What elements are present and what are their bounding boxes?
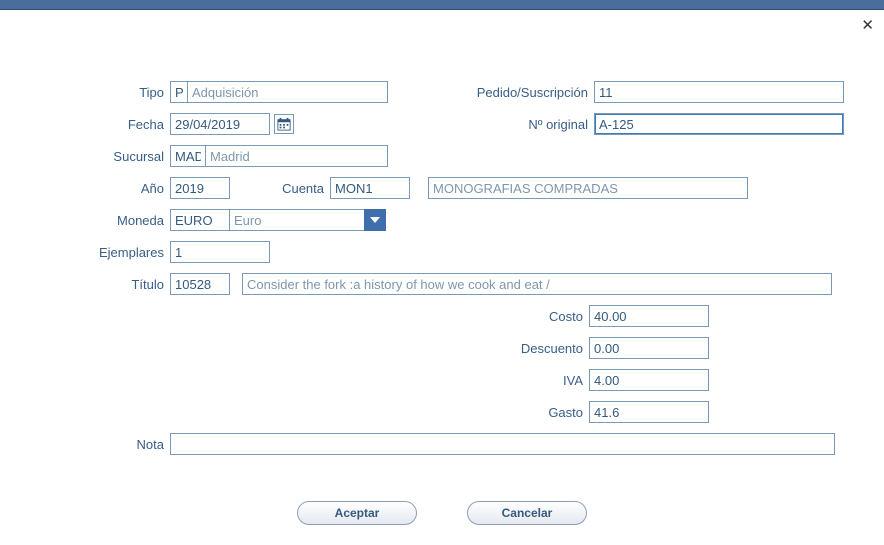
chevron-down-icon[interactable] xyxy=(364,209,386,231)
form: Tipo Pedido/Suscripción Fecha Nº origina… xyxy=(0,10,884,545)
cuenta-code-input[interactable] xyxy=(330,177,410,199)
ano-input[interactable] xyxy=(170,177,230,199)
aceptar-button[interactable]: Aceptar xyxy=(297,501,417,525)
descuento-label: Descuento xyxy=(489,341,589,356)
cuenta-label: Cuenta xyxy=(230,181,330,196)
tipo-code-input[interactable] xyxy=(170,81,188,103)
titulo-desc xyxy=(242,273,832,295)
descuento-input[interactable] xyxy=(589,337,709,359)
iva-input[interactable] xyxy=(589,369,709,391)
moneda-code-input[interactable] xyxy=(170,209,230,231)
ejemplares-input[interactable] xyxy=(170,241,270,263)
gasto-label: Gasto xyxy=(489,405,589,420)
sucursal-desc xyxy=(206,145,388,167)
close-icon[interactable]: ✕ xyxy=(861,18,874,33)
ejemplares-label: Ejemplares xyxy=(40,245,170,260)
moneda-desc xyxy=(230,209,365,231)
tipo-desc xyxy=(188,81,388,103)
calendar-icon[interactable] xyxy=(274,114,294,134)
sucursal-code-input[interactable] xyxy=(170,145,206,167)
titulo-label: Título xyxy=(40,277,170,292)
gasto-input[interactable] xyxy=(589,401,709,423)
ano-label: Año xyxy=(40,181,170,196)
costo-input[interactable] xyxy=(589,305,709,327)
moneda-label: Moneda xyxy=(40,213,170,228)
nota-label: Nota xyxy=(40,437,170,452)
costo-label: Costo xyxy=(489,309,589,324)
fecha-label: Fecha xyxy=(40,117,170,132)
pedido-label: Pedido/Suscripción xyxy=(454,85,594,100)
nota-input[interactable] xyxy=(170,433,835,455)
noriginal-input[interactable] xyxy=(594,113,844,135)
cancelar-button[interactable]: Cancelar xyxy=(467,501,587,525)
noriginal-label: Nº original xyxy=(454,117,594,132)
tipo-label: Tipo xyxy=(40,85,170,100)
titlebar xyxy=(0,0,884,10)
cuenta-desc xyxy=(428,177,748,199)
titulo-id-input[interactable] xyxy=(170,273,230,295)
iva-label: IVA xyxy=(489,373,589,388)
sucursal-label: Sucursal xyxy=(40,149,170,164)
pedido-input[interactable] xyxy=(594,81,844,103)
fecha-input[interactable] xyxy=(170,113,270,135)
